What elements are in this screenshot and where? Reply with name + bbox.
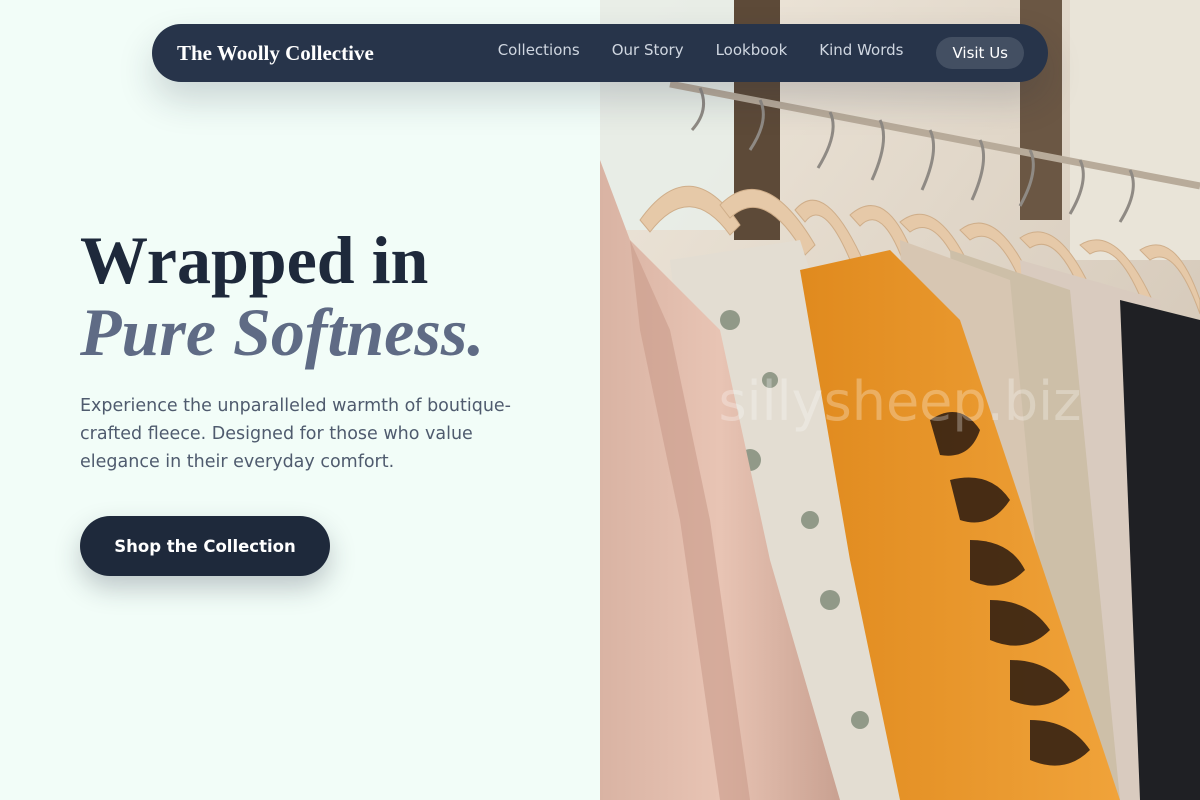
nav-link-lookbook[interactable]: Lookbook [716, 41, 788, 59]
headline-line-1: Wrapped in [80, 222, 429, 298]
nav-link-collections[interactable]: Collections [498, 41, 580, 59]
hero-description: Experience the unparalleled warmth of bo… [80, 396, 511, 472]
nav-link-our-story[interactable]: Our Story [612, 41, 684, 59]
top-navbar: The Woolly Collective Collections Our St… [152, 24, 1048, 82]
headline-line-2: Pure Softness. [80, 294, 485, 370]
nav-link-kind-words[interactable]: Kind Words [819, 41, 903, 59]
nav-links: Collections Our Story Lookbook Kind Word… [498, 41, 904, 59]
hero-photo: sillysheep.biz [600, 0, 1200, 800]
shop-collection-button[interactable]: Shop the Collection [80, 516, 330, 576]
visit-us-button[interactable]: Visit Us [936, 37, 1024, 69]
photo-watermark: sillysheep.biz [719, 370, 1082, 433]
brand-logo-text[interactable]: The Woolly Collective [177, 41, 374, 66]
hero-headline: Wrapped in Pure Softness. [80, 224, 484, 368]
